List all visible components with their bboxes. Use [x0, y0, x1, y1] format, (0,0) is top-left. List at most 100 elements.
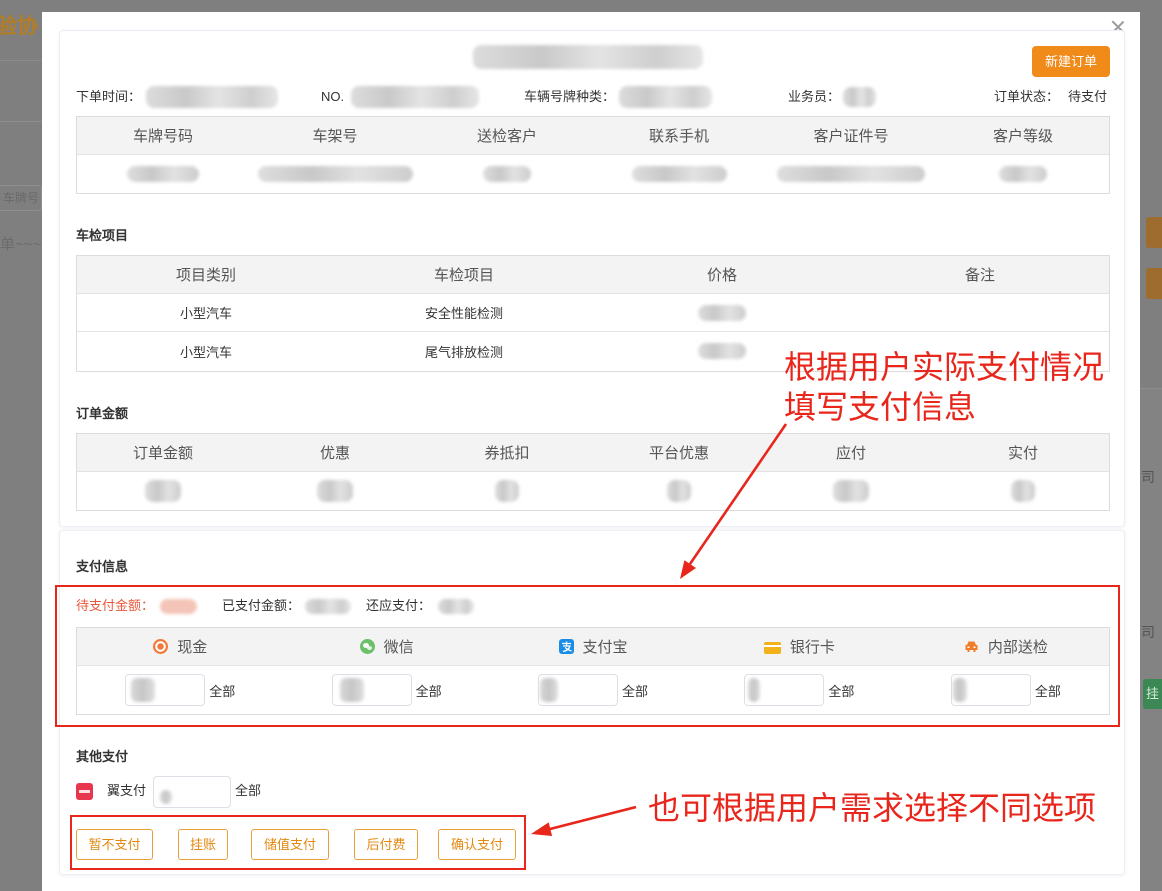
- yipay-label: 翼支付: [107, 783, 147, 798]
- column-header: 实付: [1007, 445, 1038, 462]
- alipay-amount-input[interactable]: [538, 674, 618, 706]
- redacted-value: [127, 166, 199, 182]
- column-header: 应付: [835, 445, 866, 462]
- payment-method-cash: 现金: [77, 628, 283, 665]
- background-divider: [0, 60, 42, 61]
- payment-section-title: 支付信息: [76, 559, 129, 574]
- payment-method-label: 支付宝: [582, 639, 628, 656]
- remaining-amount-redacted: [438, 599, 474, 614]
- payment-method-internal: 内部送检: [903, 628, 1109, 665]
- column-header: 客户证件号: [813, 128, 889, 145]
- background-empty-text: 单~~~: [0, 236, 42, 253]
- redacted-value: [631, 166, 727, 182]
- column-header: 送检客户: [476, 128, 537, 145]
- internal-fill-all-link[interactable]: 全部: [1035, 681, 1061, 700]
- cash-fill-all-link[interactable]: 全部: [209, 681, 235, 700]
- table-cell: [421, 155, 593, 193]
- wechat-fill-all-link[interactable]: 全部: [416, 681, 442, 700]
- bank-card-icon: [763, 641, 781, 654]
- background-side-text: 司: [1141, 624, 1155, 640]
- stored-value-payment-button[interactable]: 储值支付: [251, 829, 329, 860]
- wechat-amount-field-wrap: [331, 674, 412, 706]
- background-orange-button: [1146, 268, 1162, 299]
- table-cell: [765, 472, 937, 510]
- payment-amount-cell: 全部: [903, 666, 1109, 714]
- internal-amount-input[interactable]: [950, 674, 1031, 706]
- table-cell: [77, 155, 249, 193]
- column-header: 券抵扣: [484, 445, 530, 462]
- alipay-fill-all-link[interactable]: 全部: [622, 681, 648, 700]
- defer-payment-button[interactable]: 暂不支付: [76, 829, 153, 860]
- redacted-value: [777, 166, 925, 182]
- table-cell: [765, 155, 937, 193]
- background-orange-button: [1146, 217, 1162, 248]
- column-header: 订单金额: [132, 445, 193, 462]
- payment-method-wechat: 微信: [283, 628, 489, 665]
- postpaid-button[interactable]: 后付费: [354, 829, 418, 860]
- dialog-title-redacted: [473, 45, 703, 69]
- table-header-row: 现金 微信 支付宝 银行卡 内部送检: [77, 628, 1109, 666]
- redacted-value: [999, 166, 1047, 182]
- table-header-row: 车牌号码 车架号 送检客户 联系手机 客户证件号 客户等级: [77, 117, 1109, 155]
- table-row: 全部 全部 全部 全部 全部: [77, 666, 1109, 714]
- cash-icon: [153, 639, 169, 654]
- column-header: 车架号: [312, 128, 358, 145]
- background-divider: [0, 121, 42, 122]
- note-cell: [851, 294, 1109, 331]
- background-side-text: 司: [1141, 469, 1155, 485]
- vehicle-table: 车牌号码 车架号 送检客户 联系手机 客户证件号 客户等级: [76, 116, 1110, 194]
- inspection-section-title: 车检项目: [76, 228, 129, 243]
- wechat-icon: [359, 639, 375, 654]
- cash-amount-input[interactable]: [125, 674, 206, 706]
- table-cell: [593, 155, 765, 193]
- redacted-value: [257, 166, 413, 182]
- alipay-amount-field-wrap: [538, 674, 618, 706]
- order-time-label: 下单时间：: [76, 89, 142, 104]
- plate-type-value-redacted: [619, 86, 712, 108]
- car-icon: [964, 640, 979, 653]
- new-order-button[interactable]: 新建订单: [1032, 46, 1110, 77]
- order-payment-dialog: 新建订单 下单时间： NO. 车辆号牌种类： 业务员： 订单状态： 待支付 车牌…: [42, 12, 1140, 891]
- order-time-value-redacted: [146, 86, 278, 108]
- payment-amount-cell: 全部: [77, 666, 283, 714]
- redacted-value: [833, 480, 869, 502]
- wechat-amount-input[interactable]: [331, 674, 412, 706]
- pending-amount-label: 待支付金额：: [76, 598, 155, 613]
- column-header: 价格: [706, 267, 737, 284]
- redacted-value: [698, 343, 746, 359]
- table-cell: [249, 472, 421, 510]
- annotation-payment-hint-line1: 根据用户实际支付情况: [784, 348, 1105, 386]
- yipay-icon: [76, 783, 93, 800]
- yipay-amount-input[interactable]: [153, 776, 231, 808]
- redacted-value: [145, 480, 181, 502]
- order-status-label: 订单状态：: [994, 89, 1060, 104]
- category-cell: 小型汽车: [179, 306, 232, 321]
- table-row: [77, 155, 1109, 193]
- redacted-value: [667, 480, 691, 502]
- redacted-value: [698, 304, 746, 321]
- remaining-amount-label: 还应支付：: [366, 598, 432, 613]
- bank-card-fill-all-link[interactable]: 全部: [828, 681, 854, 700]
- paid-amount-label: 已支付金额：: [222, 598, 301, 613]
- background-plate-input: 车牌号: [0, 185, 42, 211]
- payment-method-label: 微信: [383, 639, 414, 656]
- background-hang-button: 挂: [1143, 679, 1162, 709]
- pending-amount-redacted: [160, 599, 197, 614]
- bank-card-amount-input[interactable]: [744, 674, 825, 706]
- order-no-label: NO.: [321, 89, 345, 104]
- plate-type-label: 车辆号牌种类：: [524, 89, 616, 104]
- payment-method-alipay: 支付宝: [490, 628, 696, 665]
- paid-amount-redacted: [305, 599, 351, 614]
- payment-methods-table: 现金 微信 支付宝 银行卡 内部送检 全部 全部 全部 全部 全部: [76, 627, 1110, 715]
- charge-to-account-button[interactable]: 挂账: [178, 829, 228, 860]
- table-cell: [77, 472, 249, 510]
- item-cell: 尾气排放检测: [424, 344, 503, 360]
- table-header-row: 项目类别 车检项目 价格 备注: [77, 256, 1109, 294]
- yipay-amount-field-wrap: [153, 776, 231, 808]
- column-header: 备注: [964, 267, 995, 284]
- order-status-value: 待支付: [1068, 89, 1108, 104]
- table-cell: [937, 472, 1109, 510]
- confirm-payment-button[interactable]: 确认支付: [438, 829, 516, 860]
- yipay-fill-all-link[interactable]: 全部: [235, 782, 261, 800]
- salesperson-label: 业务员：: [788, 89, 841, 104]
